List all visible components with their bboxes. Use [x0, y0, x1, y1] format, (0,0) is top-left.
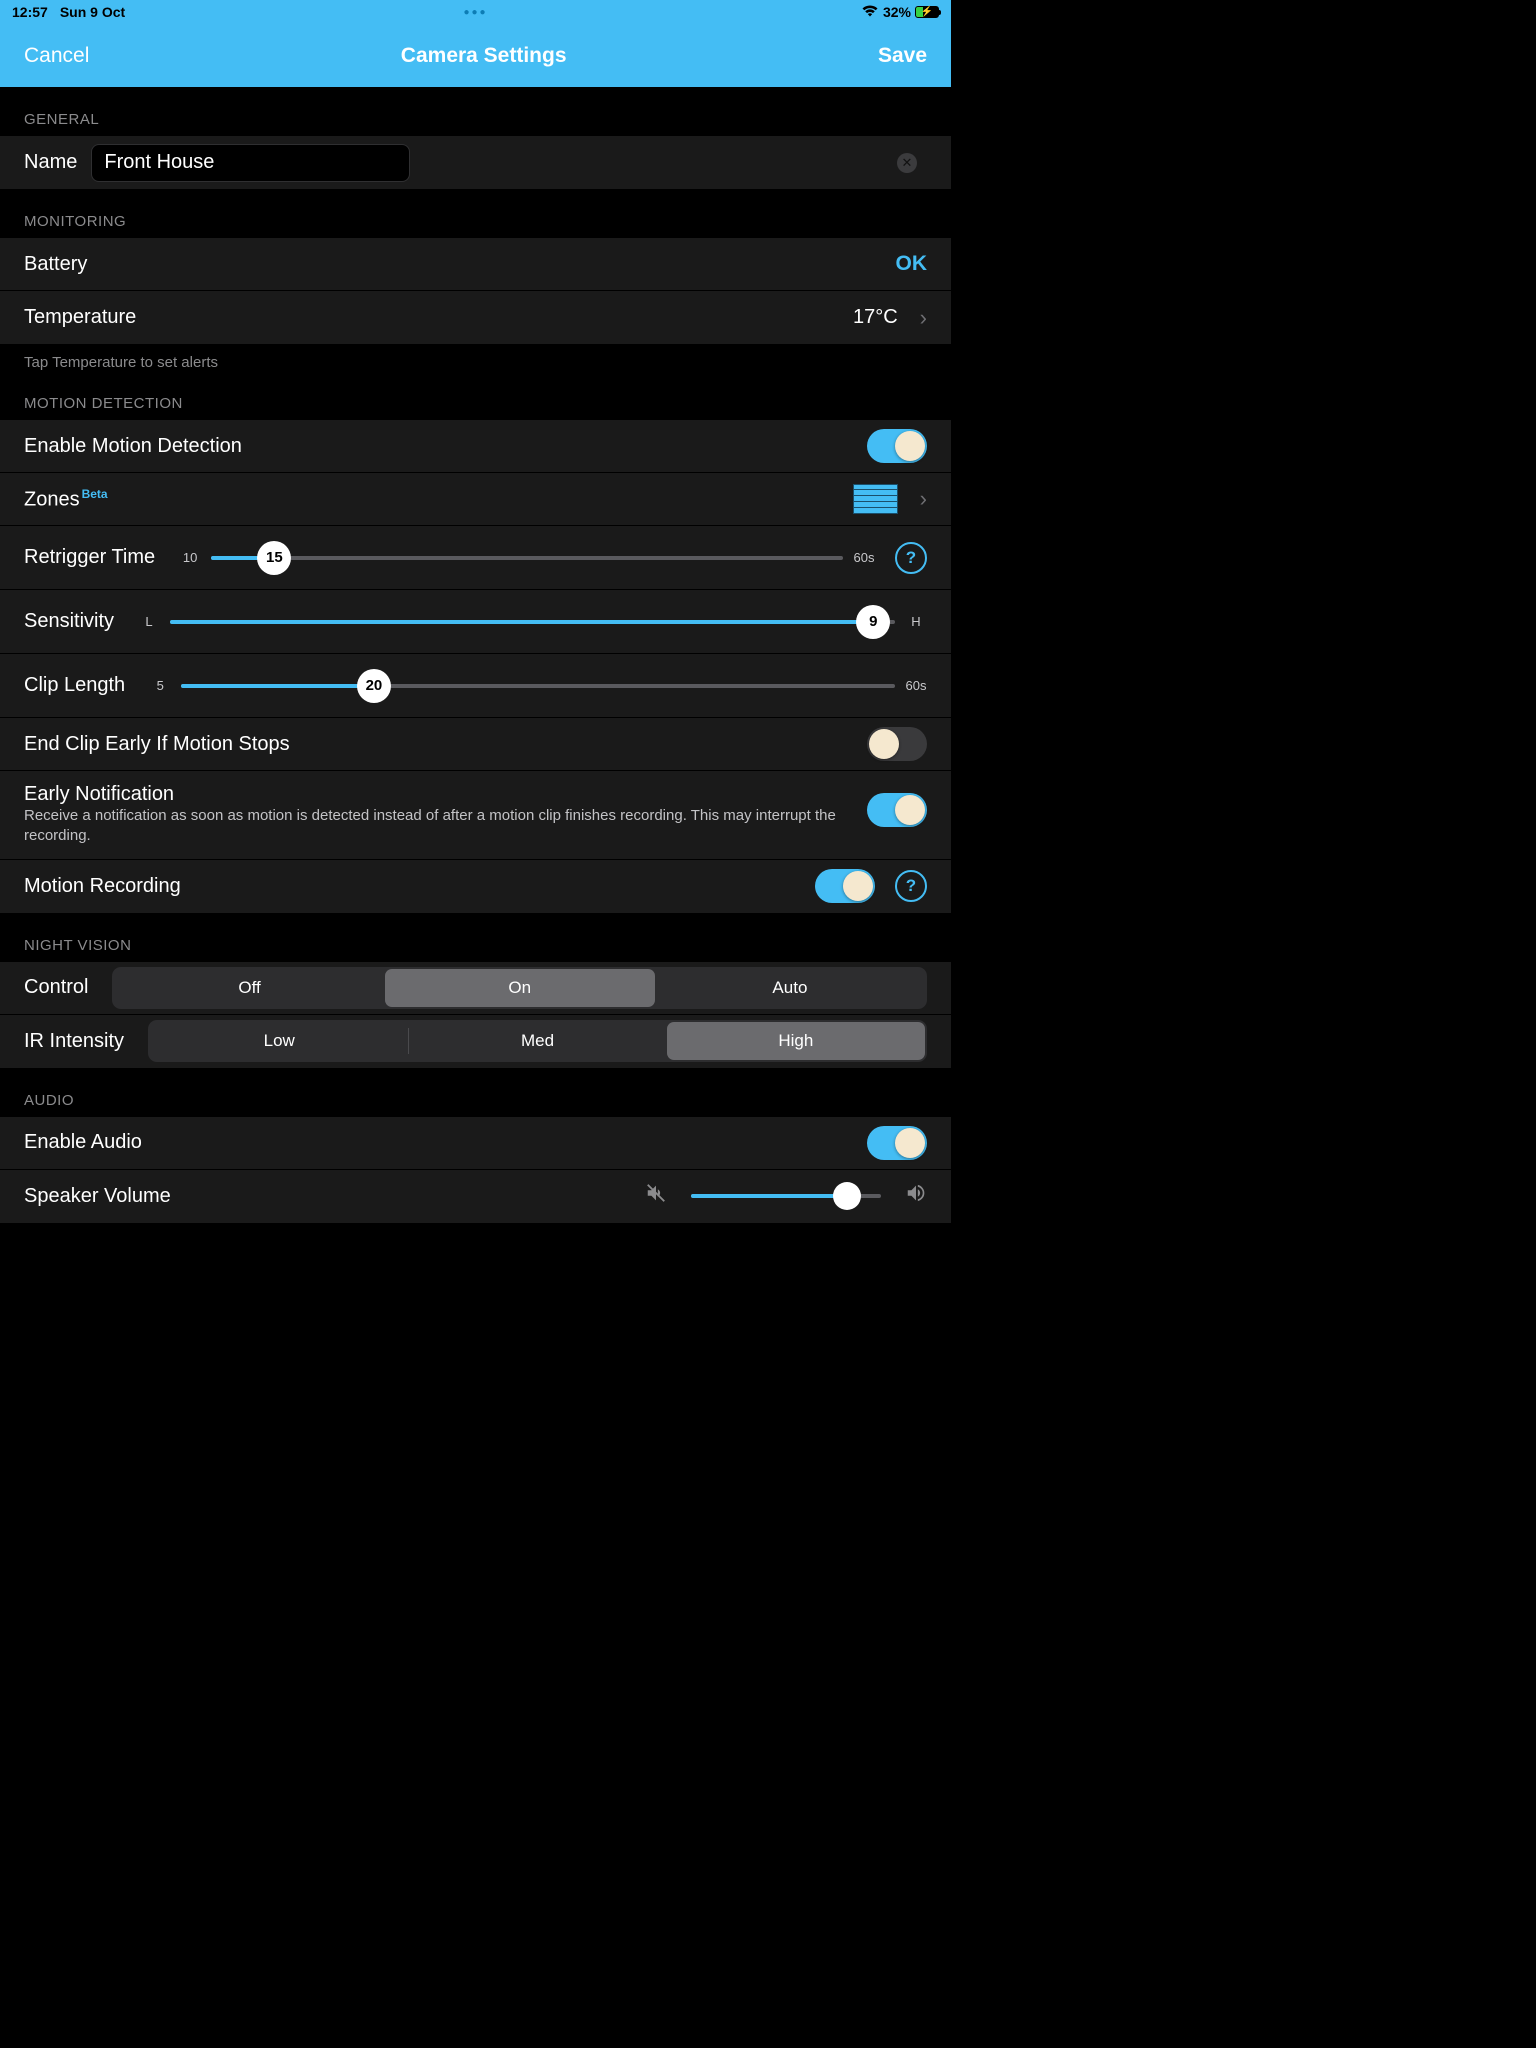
clip-thumb[interactable]: 20 — [357, 669, 391, 703]
motion-recording-label: Motion Recording — [24, 875, 181, 898]
battery-label: Battery — [24, 253, 87, 276]
cancel-button[interactable]: Cancel — [24, 44, 89, 68]
temperature-value: 17°C — [853, 306, 898, 329]
retrigger-max: 60s — [853, 550, 875, 565]
battery-value: OK — [896, 252, 928, 276]
sensitivity-label: Sensitivity — [24, 610, 114, 633]
clip-min: 5 — [149, 678, 171, 693]
early-notif-toggle[interactable] — [867, 793, 927, 827]
page-title: Camera Settings — [401, 44, 567, 68]
volume-max-icon — [905, 1182, 927, 1210]
row-name: Name ✕ — [0, 136, 951, 189]
row-end-clip-early: End Clip Early If Motion Stops — [0, 718, 951, 771]
temperature-label: Temperature — [24, 306, 136, 329]
row-retrigger: Retrigger Time 10 15 60s ? — [0, 526, 951, 590]
volume-mute-icon — [645, 1182, 667, 1210]
ir-med[interactable]: Med — [408, 1022, 666, 1060]
section-header-night: NIGHT VISION — [0, 913, 951, 962]
name-label: Name — [24, 151, 77, 174]
night-control-label: Control — [24, 976, 88, 999]
battery-icon: ⚡ — [915, 6, 939, 18]
sensitivity-min: L — [138, 614, 160, 629]
row-early-notification: Early Notification Receive a notificatio… — [0, 771, 951, 860]
section-header-motion: MOTION DETECTION — [0, 371, 951, 420]
status-bar: 12:57 Sun 9 Oct ●●● 32% ⚡ — [0, 0, 951, 24]
volume-thumb[interactable] — [833, 1182, 861, 1210]
row-ir-intensity: IR Intensity Low Med High — [0, 1015, 951, 1068]
row-motion-recording: Motion Recording ? — [0, 860, 951, 913]
zones-label: ZonesBeta — [24, 487, 108, 512]
row-zones[interactable]: ZonesBeta › — [0, 473, 951, 526]
motion-recording-toggle[interactable] — [815, 869, 875, 903]
early-notif-description: Receive a notification as soon as motion… — [24, 806, 843, 847]
row-enable-motion: Enable Motion Detection — [0, 420, 951, 473]
end-clip-toggle[interactable] — [867, 727, 927, 761]
section-header-general: GENERAL — [0, 87, 951, 136]
ir-intensity-label: IR Intensity — [24, 1030, 124, 1053]
row-temperature[interactable]: Temperature 17°C › — [0, 291, 951, 344]
save-button[interactable]: Save — [878, 44, 927, 68]
row-clip-length: Clip Length 5 20 60s — [0, 654, 951, 718]
speaker-volume-label: Speaker Volume — [24, 1185, 171, 1208]
ir-low[interactable]: Low — [150, 1022, 408, 1060]
retrigger-thumb[interactable]: 15 — [257, 541, 291, 575]
clip-max: 60s — [905, 678, 927, 693]
end-clip-label: End Clip Early If Motion Stops — [24, 733, 290, 756]
sensitivity-slider[interactable]: 9 — [170, 620, 895, 624]
night-control-off[interactable]: Off — [114, 969, 384, 1007]
row-battery: Battery OK — [0, 238, 951, 291]
zones-grid-icon — [853, 484, 898, 514]
status-time: 12:57 — [12, 4, 48, 20]
wifi-icon — [861, 4, 879, 20]
row-sensitivity: Sensitivity L 9 H — [0, 590, 951, 654]
row-enable-audio: Enable Audio — [0, 1117, 951, 1170]
night-control-auto[interactable]: Auto — [655, 969, 925, 1007]
ir-intensity-segmented: Low Med High — [148, 1020, 927, 1062]
night-control-on[interactable]: On — [385, 969, 655, 1007]
motion-recording-help-icon[interactable]: ? — [895, 870, 927, 902]
chevron-right-icon: › — [920, 486, 927, 512]
row-speaker-volume: Speaker Volume — [0, 1170, 951, 1223]
monitoring-footer: Tap Temperature to set alerts — [0, 344, 951, 371]
ir-high[interactable]: High — [667, 1022, 925, 1060]
nav-bar: Cancel Camera Settings Save — [0, 24, 951, 87]
retrigger-min: 10 — [179, 550, 201, 565]
section-header-audio: AUDIO — [0, 1068, 951, 1117]
enable-motion-label: Enable Motion Detection — [24, 435, 242, 458]
section-header-monitoring: MONITORING — [0, 189, 951, 238]
clear-name-icon[interactable]: ✕ — [897, 153, 917, 173]
name-input[interactable] — [91, 144, 410, 182]
retrigger-slider[interactable]: 15 — [211, 556, 843, 560]
multitask-dots-icon: ●●● — [463, 7, 487, 18]
enable-motion-toggle[interactable] — [867, 429, 927, 463]
enable-audio-label: Enable Audio — [24, 1131, 142, 1154]
enable-audio-toggle[interactable] — [867, 1126, 927, 1160]
status-date: Sun 9 Oct — [60, 4, 125, 20]
speaker-volume-slider[interactable] — [691, 1194, 881, 1198]
clip-length-slider[interactable]: 20 — [181, 684, 895, 688]
retrigger-label: Retrigger Time — [24, 546, 155, 569]
beta-badge: Beta — [82, 487, 108, 501]
retrigger-help-icon[interactable]: ? — [895, 542, 927, 574]
sensitivity-thumb[interactable]: 9 — [856, 605, 890, 639]
chevron-right-icon: › — [920, 305, 927, 331]
early-notif-label: Early Notification — [24, 783, 843, 806]
clip-length-label: Clip Length — [24, 674, 125, 697]
row-night-control: Control Off On Auto — [0, 962, 951, 1015]
battery-percentage: 32% — [883, 4, 911, 20]
sensitivity-max: H — [905, 614, 927, 629]
night-control-segmented: Off On Auto — [112, 967, 927, 1009]
